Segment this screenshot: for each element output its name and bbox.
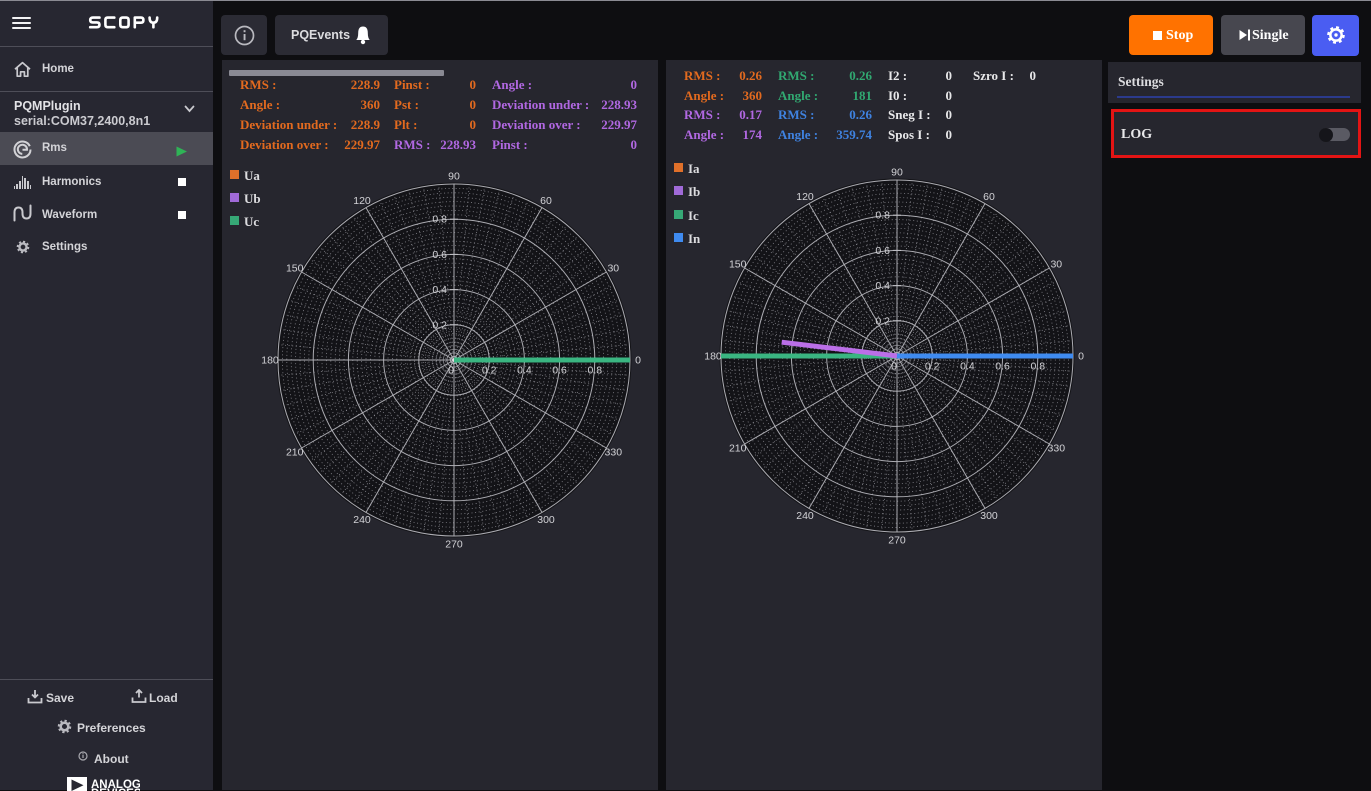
svg-text:0.6: 0.6 (995, 361, 1010, 373)
svg-text:240: 240 (353, 513, 371, 525)
svg-text:210: 210 (286, 446, 304, 458)
svg-text:150: 150 (729, 259, 747, 271)
svg-text:90: 90 (891, 167, 903, 179)
svg-text:0: 0 (635, 354, 641, 366)
svg-text:0: 0 (448, 364, 454, 376)
svg-text:120: 120 (353, 195, 371, 207)
svg-text:0.8: 0.8 (587, 364, 602, 376)
svg-text:300: 300 (537, 513, 555, 525)
svg-text:0.8: 0.8 (875, 210, 890, 222)
svg-text:0.8: 0.8 (1030, 361, 1045, 373)
svg-text:330: 330 (605, 446, 623, 458)
svg-text:0.4: 0.4 (517, 364, 532, 376)
svg-text:270: 270 (888, 535, 906, 547)
svg-text:150: 150 (286, 262, 304, 274)
svg-text:0.6: 0.6 (552, 364, 567, 376)
svg-text:330: 330 (1048, 443, 1066, 455)
svg-text:0.4: 0.4 (432, 284, 447, 296)
svg-text:0.2: 0.2 (482, 364, 497, 376)
svg-text:0.2: 0.2 (875, 315, 890, 327)
svg-text:180: 180 (704, 351, 722, 363)
svg-text:30: 30 (1050, 259, 1062, 271)
svg-text:0.2: 0.2 (432, 319, 447, 331)
svg-text:0.2: 0.2 (925, 361, 940, 373)
svg-text:0.4: 0.4 (875, 280, 890, 292)
svg-text:0: 0 (1078, 351, 1084, 363)
svg-text:270: 270 (445, 538, 463, 550)
svg-text:0: 0 (891, 361, 897, 373)
svg-text:60: 60 (540, 195, 552, 207)
svg-text:0.8: 0.8 (432, 213, 447, 225)
svg-text:30: 30 (607, 262, 619, 274)
svg-text:90: 90 (448, 170, 460, 182)
svg-text:120: 120 (796, 191, 814, 203)
svg-text:0.6: 0.6 (432, 248, 447, 260)
svg-text:210: 210 (729, 443, 747, 455)
svg-text:180: 180 (261, 354, 279, 366)
svg-text:300: 300 (980, 510, 998, 522)
svg-text:0.6: 0.6 (875, 245, 890, 257)
svg-text:0.4: 0.4 (960, 361, 975, 373)
svg-text:240: 240 (796, 510, 814, 522)
svg-text:60: 60 (983, 191, 995, 203)
